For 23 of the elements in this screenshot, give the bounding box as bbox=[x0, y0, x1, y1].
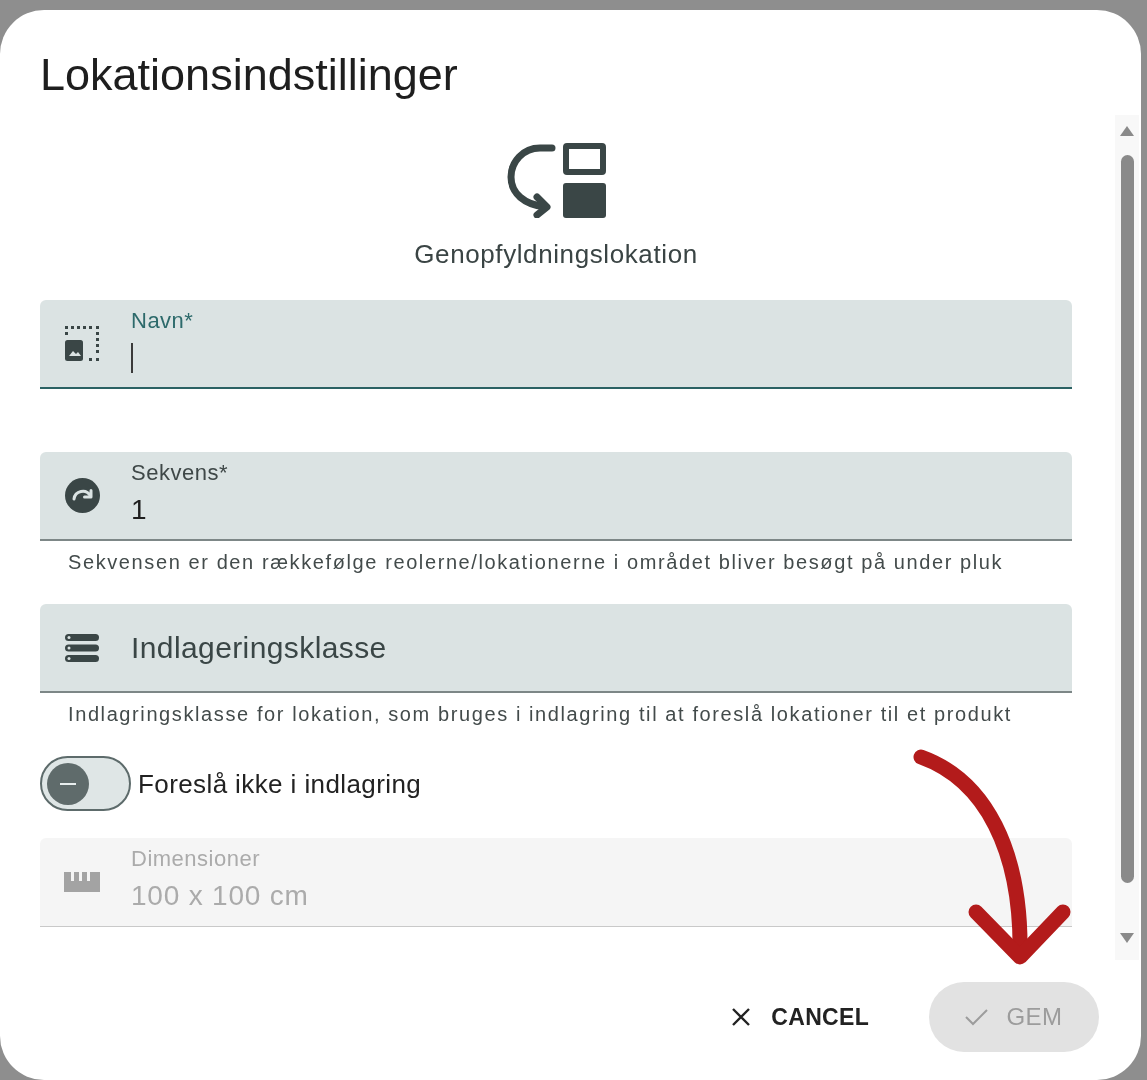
close-icon bbox=[731, 1007, 752, 1027]
text-field[interactable]: Sekvens* 1 bbox=[40, 452, 1072, 541]
scroll-up-icon[interactable] bbox=[1120, 126, 1134, 136]
minus-icon bbox=[47, 762, 89, 805]
toggle-switch[interactable] bbox=[40, 756, 131, 811]
ruler-icon bbox=[64, 870, 100, 894]
curved-arrow-circle-icon bbox=[64, 478, 100, 513]
helper-text: Sekvensen er den rækkefølge reolerne/lokationerne i området bliver besøgt på under pluk bbox=[68, 551, 1004, 573]
helper-text: Indlagringsklasse for lokation, som bruges i indlagring til at foreslå lokationer til et produkt bbox=[68, 703, 1012, 725]
location-type-label: Genopfyldningslokation bbox=[414, 239, 698, 269]
dialog-title: Lokationsindstillinger bbox=[40, 48, 458, 102]
toggle-label[interactable]: Foreslå ikke i indlagring bbox=[138, 768, 422, 799]
select-field[interactable]: Indlageringsklasse bbox=[40, 604, 1072, 693]
scrollbar-thumb[interactable] bbox=[1120, 155, 1134, 883]
text-cursor-icon bbox=[131, 343, 133, 373]
text-field[interactable]: Navn* bbox=[40, 300, 1072, 389]
stacked-bars-icon bbox=[65, 633, 99, 662]
scroll-down-icon[interactable] bbox=[1120, 933, 1134, 943]
text-field: Dimensioner 100 x 100 cm bbox=[40, 838, 1072, 927]
check-icon bbox=[965, 1008, 989, 1026]
cancel-button[interactable]: CANCEL bbox=[716, 982, 885, 1052]
curved-arrow-boxes-icon bbox=[506, 143, 606, 218]
dotted-frame-icon bbox=[65, 326, 99, 361]
